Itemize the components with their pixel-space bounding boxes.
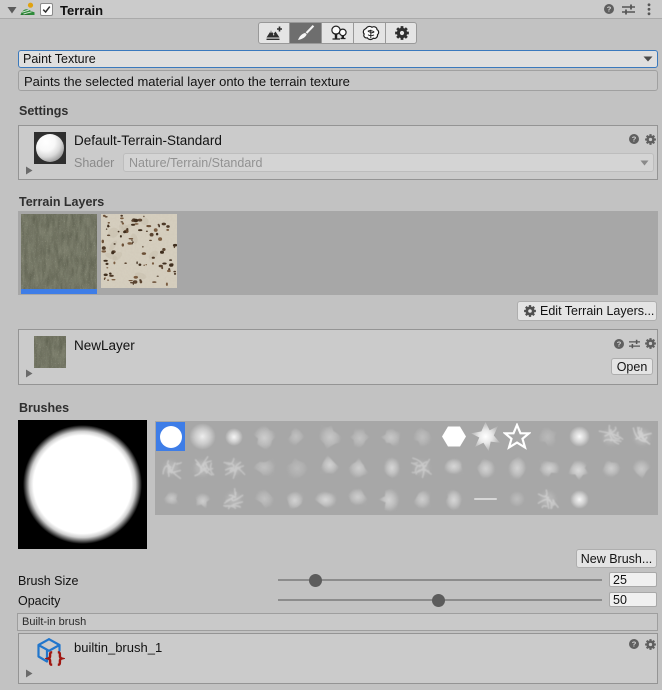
svg-text:?: ? — [607, 5, 612, 14]
svg-text:?: ? — [617, 340, 622, 349]
svg-text:?: ? — [632, 135, 637, 144]
svg-text:?: ? — [632, 640, 637, 649]
